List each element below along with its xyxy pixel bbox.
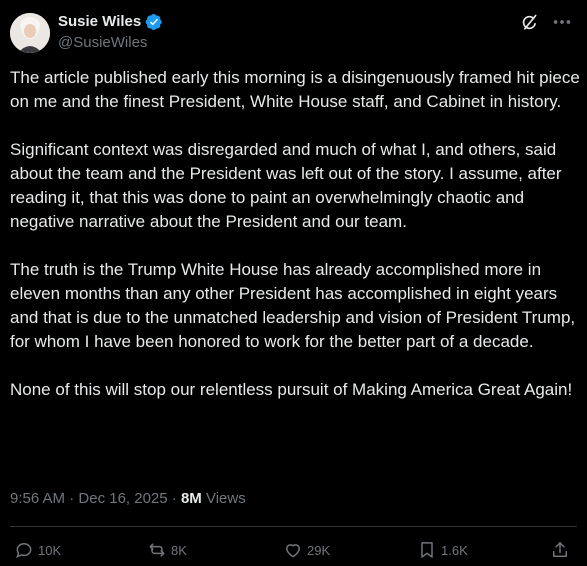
tweet-header: Susie Wiles @SusieWiles [10, 11, 577, 53]
views-count[interactable]: 8M [181, 490, 202, 507]
heart-icon [286, 544, 300, 558]
avatar[interactable] [10, 13, 50, 53]
like-button[interactable]: 29K [283, 540, 330, 560]
reply-icon [16, 542, 32, 559]
grok-icon[interactable] [519, 13, 539, 33]
repost-button[interactable]: 8K [147, 540, 187, 560]
repost-count: 8K [171, 542, 187, 558]
action-bar: 10K 8K 29K 1.6K [10, 532, 577, 566]
meta-separator: · [171, 490, 177, 507]
tweet-text: The article published early this morning… [10, 66, 580, 402]
avatar-image [10, 13, 50, 53]
tweet-paragraph: The truth is the Trump White House has a… [10, 260, 576, 351]
display-name[interactable]: Susie Wiles [58, 12, 141, 32]
tweet-paragraph: Significant context was disregarded and … [10, 140, 562, 231]
divider [10, 526, 577, 527]
tweet-paragraph: The article published early this morning… [10, 68, 580, 111]
reply-count: 10K [38, 542, 62, 558]
share-button[interactable] [550, 540, 570, 560]
tweet-meta: 9:56 AM · Dec 16, 2025 · 8M Views [10, 488, 246, 510]
reply-button[interactable]: 10K [14, 540, 61, 560]
handle[interactable]: @SusieWiles [58, 33, 147, 53]
like-count: 29K [307, 542, 331, 558]
meta-separator: · [69, 490, 75, 507]
repost-icon [149, 543, 165, 557]
more-options-icon[interactable] [551, 11, 573, 33]
timestamp-time[interactable]: 9:56 AM [10, 490, 65, 507]
share-icon [553, 542, 567, 557]
name-row: Susie Wiles [58, 12, 163, 32]
tweet-paragraph: None of this will stop our relentless pu… [10, 380, 573, 399]
timestamp-date[interactable]: Dec 16, 2025 [78, 490, 167, 507]
views-label[interactable]: Views [206, 490, 246, 507]
bookmark-count: 1.6K [441, 542, 468, 558]
verified-badge-icon [145, 13, 163, 31]
bookmark-icon [421, 542, 433, 558]
bookmark-button[interactable]: 1.6K [417, 540, 468, 560]
